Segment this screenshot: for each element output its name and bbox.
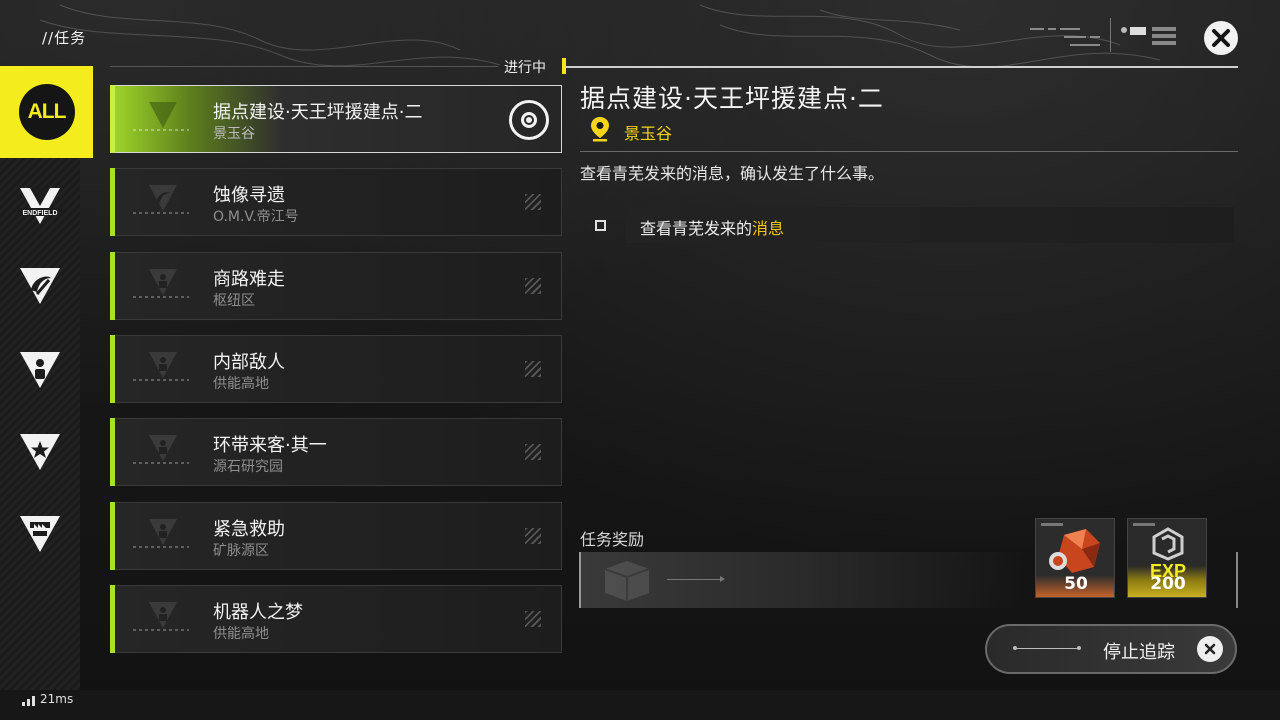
mission-item[interactable]: 机器人之梦 供能高地 xyxy=(110,585,562,653)
mission-item[interactable]: 商路难走 枢纽区 xyxy=(110,252,562,320)
stripe-decoration xyxy=(525,611,541,627)
mission-accent-bar xyxy=(110,85,115,153)
status-label: 进行中 xyxy=(504,60,546,76)
endfield-label: ENDFIELD xyxy=(23,210,58,217)
category-endfield[interactable]: ENDFIELD xyxy=(0,164,80,248)
tracking-target-icon xyxy=(509,100,549,140)
category-character[interactable] xyxy=(0,328,80,412)
stripe-decoration xyxy=(525,194,541,210)
swirl-triangle-icon xyxy=(20,268,60,304)
header-divider-left xyxy=(110,66,498,67)
mission-location: O.M.V.帝江号 xyxy=(213,209,299,225)
stripe-decoration xyxy=(525,278,541,294)
reward-strip xyxy=(579,552,1027,608)
mission-title: 商路难走 xyxy=(213,269,285,290)
close-circle-icon xyxy=(1197,636,1223,662)
mission-title: 蚀像寻遗 xyxy=(213,185,285,206)
mission-location: 景玉谷 xyxy=(213,126,255,142)
mission-location: 源石研究园 xyxy=(213,459,283,475)
all-badge: ALL xyxy=(18,84,75,140)
reward-arrow-icon xyxy=(667,576,725,582)
detail-description: 查看青芜发来的消息，确认发生了什么事。 xyxy=(580,164,885,183)
swirl-triangle-icon xyxy=(133,185,189,214)
category-star[interactable] xyxy=(0,410,80,494)
person-triangle-icon xyxy=(133,435,189,464)
star-triangle-icon xyxy=(20,434,60,470)
objective-item: 查看青芜发来的消息 xyxy=(580,207,1234,243)
mission-accent-bar xyxy=(110,502,115,570)
objective-checkbox-icon xyxy=(595,220,606,231)
stop-tracking-label: 停止追踪 xyxy=(1103,642,1175,663)
mission-accent-bar xyxy=(110,168,115,236)
reward-quantity: 50 xyxy=(1064,574,1088,594)
category-facility[interactable] xyxy=(0,492,80,576)
reward-tag xyxy=(1133,523,1155,526)
mission-title: 据点建设·天王坪援建点·二 xyxy=(213,102,423,123)
hud-decoration-icon xyxy=(1030,28,1100,46)
person-triangle-icon xyxy=(133,352,189,381)
detail-location: 景玉谷 xyxy=(624,124,673,143)
detail-divider xyxy=(580,151,1238,152)
ping-indicator: 21ms xyxy=(22,692,73,706)
mission-accent-bar xyxy=(110,418,115,486)
mission-type-icon xyxy=(133,102,189,131)
stripe-decoration xyxy=(525,528,541,544)
person-triangle-icon xyxy=(133,519,189,548)
person-triangle-icon xyxy=(133,269,189,298)
hud-status-icon xyxy=(1121,27,1176,45)
mission-item[interactable]: 内部敌人 供能高地 xyxy=(110,335,562,403)
close-icon xyxy=(1212,29,1230,47)
reward-label: 任务奖励 xyxy=(580,530,645,549)
track-line-decoration xyxy=(1013,646,1081,650)
reward-item-exp[interactable]: EXP 200 xyxy=(1127,518,1207,598)
reward-quantity: 200 xyxy=(1150,574,1186,594)
mission-item[interactable]: 蚀像寻遗 O.M.V.帝江号 xyxy=(110,168,562,236)
mission-title: 环带来客·其一 xyxy=(213,435,327,456)
category-all[interactable]: ALL xyxy=(0,66,93,158)
stripe-decoration xyxy=(525,361,541,377)
mission-location: 矿脉源区 xyxy=(213,543,269,559)
detail-title: 据点建设·天王坪援建点·二 xyxy=(580,84,884,113)
mission-item-active[interactable]: 据点建设·天王坪援建点·二 景玉谷 xyxy=(110,85,562,153)
objective-text: 查看青芜发来的消息 xyxy=(640,215,784,239)
factory-triangle-icon xyxy=(20,516,60,552)
supply-box-icon xyxy=(604,561,650,601)
mission-item[interactable]: 环带来客·其一 源石研究园 xyxy=(110,418,562,486)
person-triangle-icon xyxy=(133,602,189,631)
header-divider xyxy=(566,66,1238,68)
close-button[interactable] xyxy=(1204,21,1238,55)
mission-accent-bar xyxy=(110,585,115,653)
objective-highlight: 消息 xyxy=(752,219,785,238)
exp-hexagon-icon xyxy=(1152,527,1184,561)
mission-title: 机器人之梦 xyxy=(213,602,303,623)
person-triangle-icon xyxy=(20,352,60,388)
mission-title: 紧急救助 xyxy=(213,519,285,540)
reward-tag xyxy=(1041,523,1063,526)
stop-tracking-button[interactable]: 停止追踪 xyxy=(985,624,1237,674)
category-side[interactable] xyxy=(0,244,80,328)
ping-value: 21ms xyxy=(40,692,74,706)
reward-item-crystal[interactable]: 50 xyxy=(1035,518,1115,598)
hud-separator xyxy=(1110,18,1111,52)
mission-location: 供能高地 xyxy=(213,626,269,642)
orange-crystal-icon xyxy=(1049,529,1100,573)
stripe-decoration xyxy=(525,444,541,460)
page-title: //任务 xyxy=(42,29,87,47)
mission-title: 内部敌人 xyxy=(213,352,285,373)
mission-location: 枢纽区 xyxy=(213,293,255,309)
mission-item[interactable]: 紧急救助 矿脉源区 xyxy=(110,502,562,570)
endfield-logo-icon: ENDFIELD xyxy=(17,188,63,224)
location-pin-icon xyxy=(591,117,609,142)
signal-icon xyxy=(22,695,35,706)
objective-text-prefix: 查看青芜发来的 xyxy=(640,219,753,238)
bottom-band xyxy=(0,690,1280,720)
mission-accent-bar xyxy=(110,335,115,403)
reward-end-marker xyxy=(1236,552,1238,608)
mission-accent-bar xyxy=(110,252,115,320)
mission-location: 供能高地 xyxy=(213,376,269,392)
